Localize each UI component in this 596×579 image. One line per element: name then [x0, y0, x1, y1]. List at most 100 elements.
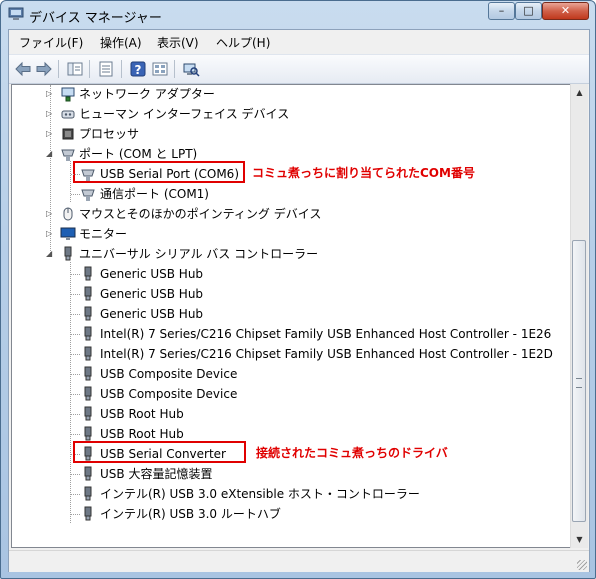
expand-arrow-icon[interactable]: ▷ [46, 89, 54, 99]
port-icon [81, 189, 95, 201]
tree-node-label: ユニバーサル シリアル バス コントローラー [79, 247, 319, 261]
tree-line [71, 314, 80, 315]
scrollbar-thumb[interactable] [572, 240, 586, 522]
scroll-up-icon[interactable]: ▲ [571, 84, 588, 101]
collapse-arrow-icon[interactable]: ◢ [46, 249, 54, 259]
scrollbar-grip [576, 378, 582, 388]
tree-node-label: Generic USB Hub [100, 267, 204, 281]
annotation-com-port: コミュ煮っちに割り当てられたCOM番号 [252, 166, 475, 180]
tree-line [71, 434, 80, 435]
expand-arrow-icon[interactable]: ▷ [46, 109, 54, 119]
tree-node-label: ヒューマン インターフェイス デバイス [79, 107, 290, 121]
usb-icon [84, 306, 92, 321]
device-manager-icon [8, 7, 24, 20]
tree-line [71, 354, 80, 355]
menu-view[interactable]: 表示(V) [157, 34, 199, 51]
tree-line [71, 494, 80, 495]
tree-node-label: Intel(R) 7 Series/C216 Chipset Family US… [100, 327, 552, 341]
collapse-arrow-icon[interactable]: ◢ [46, 149, 54, 159]
minimize-button[interactable]: – [488, 2, 515, 20]
menu-help[interactable]: ヘルプ(H) [216, 34, 270, 51]
tree-line [71, 514, 80, 515]
tree-node-label: Generic USB Hub [100, 307, 204, 321]
monitor-icon [60, 227, 76, 240]
tree-node-label: 通信ポート (COM1) [100, 187, 209, 201]
usb-icon [84, 426, 92, 441]
usb-icon [84, 326, 92, 341]
maximize-icon: □ [523, 4, 534, 17]
tree-node-label: USB 大容量記憶装置 [100, 467, 213, 481]
usb-icon [84, 346, 92, 361]
tree-line [71, 334, 80, 335]
highlight-box-com-port [73, 161, 245, 183]
scan-hardware-icon[interactable] [182, 60, 200, 78]
tree-node-label: USB Composite Device [100, 387, 238, 401]
toolbar-separator [58, 60, 59, 78]
close-button[interactable]: ✕ [542, 2, 589, 20]
properties-icon[interactable] [97, 60, 115, 78]
title-bar[interactable]: デバイス マネージャー – □ ✕ [1, 1, 595, 29]
usb-icon [64, 246, 72, 261]
tree-node-label: Generic USB Hub [100, 287, 204, 301]
expand-arrow-icon[interactable]: ▷ [46, 229, 54, 239]
tree-node-label: マウスとそのほかのポインティング デバイス [79, 207, 322, 221]
scroll-down-icon[interactable]: ▼ [571, 531, 588, 548]
toolbar-separator [174, 60, 175, 78]
tree-line [71, 374, 80, 375]
tree-node-label: モニター [79, 227, 128, 241]
forward-icon[interactable] [35, 60, 53, 78]
svg-text:?: ? [135, 63, 142, 77]
hid-icon [61, 110, 75, 119]
close-icon: ✕ [560, 4, 571, 17]
tree-node-label: インテル(R) USB 3.0 ルートハブ [100, 507, 281, 521]
tree-line [70, 161, 71, 202]
show-hide-console-tree-icon[interactable] [66, 60, 84, 78]
tree-line [71, 474, 80, 475]
toolbar-separator [121, 60, 122, 78]
usb-icon [84, 506, 92, 521]
tree-node-label: プロセッサ [79, 127, 140, 141]
resize-grip-icon[interactable] [577, 560, 587, 570]
toolbar: ? [9, 54, 589, 84]
usb-icon [84, 386, 92, 401]
usb-icon [84, 286, 92, 301]
menu-bar: ファイル(F) 操作(A) 表示(V) ヘルプ(H) [9, 30, 589, 52]
usb-icon [84, 266, 92, 281]
window-title: デバイス マネージャー [29, 11, 162, 26]
tree-node-label: ネットワーク アダプター [79, 87, 215, 101]
usb-icon [84, 466, 92, 481]
maximize-button[interactable]: □ [515, 2, 542, 20]
back-icon[interactable] [14, 60, 32, 78]
device-tree[interactable]: ▷ ネットワーク アダプター ▷ ヒューマン インターフェイス デバイス ▷ プ… [11, 84, 571, 548]
tree-node-label: USB Composite Device [100, 367, 238, 381]
expand-arrow-icon[interactable]: ▷ [46, 129, 54, 139]
window-client-area: ファイル(F) 操作(A) 表示(V) ヘルプ(H) ? ▷ ネットワーク アダ… [8, 29, 590, 572]
vertical-scrollbar[interactable]: ▲ ▼ [570, 84, 588, 548]
device-manager-window: デバイス マネージャー – □ ✕ ファイル(F) 操作(A) 表示(V) ヘル… [0, 0, 596, 579]
tree-line [70, 262, 71, 523]
usb-icon [84, 486, 92, 501]
menu-action[interactable]: 操作(A) [100, 34, 142, 51]
tree-line [71, 174, 80, 175]
tree-node-label: Intel(R) 7 Series/C216 Chipset Family US… [100, 347, 553, 361]
help-icon[interactable]: ? [129, 60, 147, 78]
expand-arrow-icon[interactable]: ▷ [46, 209, 54, 219]
status-bar [9, 550, 589, 572]
port-icon [61, 149, 75, 161]
usb-icon [84, 366, 92, 381]
usb-icon [84, 406, 92, 421]
annotation-driver: 接続されたコミュ煮っちのドライバ [256, 446, 448, 460]
toolbar-separator [89, 60, 90, 78]
tree-node-label: USB Root Hub [100, 407, 184, 421]
minimize-icon: – [498, 4, 505, 17]
tree-line [71, 294, 80, 295]
tree-line [71, 274, 80, 275]
view-icon[interactable] [151, 60, 169, 78]
highlight-box-driver [73, 441, 246, 463]
menu-file[interactable]: ファイル(F) [19, 34, 83, 51]
mouse-icon [63, 207, 73, 221]
tree-line [71, 394, 80, 395]
tree-node-label: インテル(R) USB 3.0 eXtensible ホスト・コントローラー [100, 487, 420, 501]
tree-line [71, 414, 80, 415]
processor-icon [62, 128, 74, 140]
